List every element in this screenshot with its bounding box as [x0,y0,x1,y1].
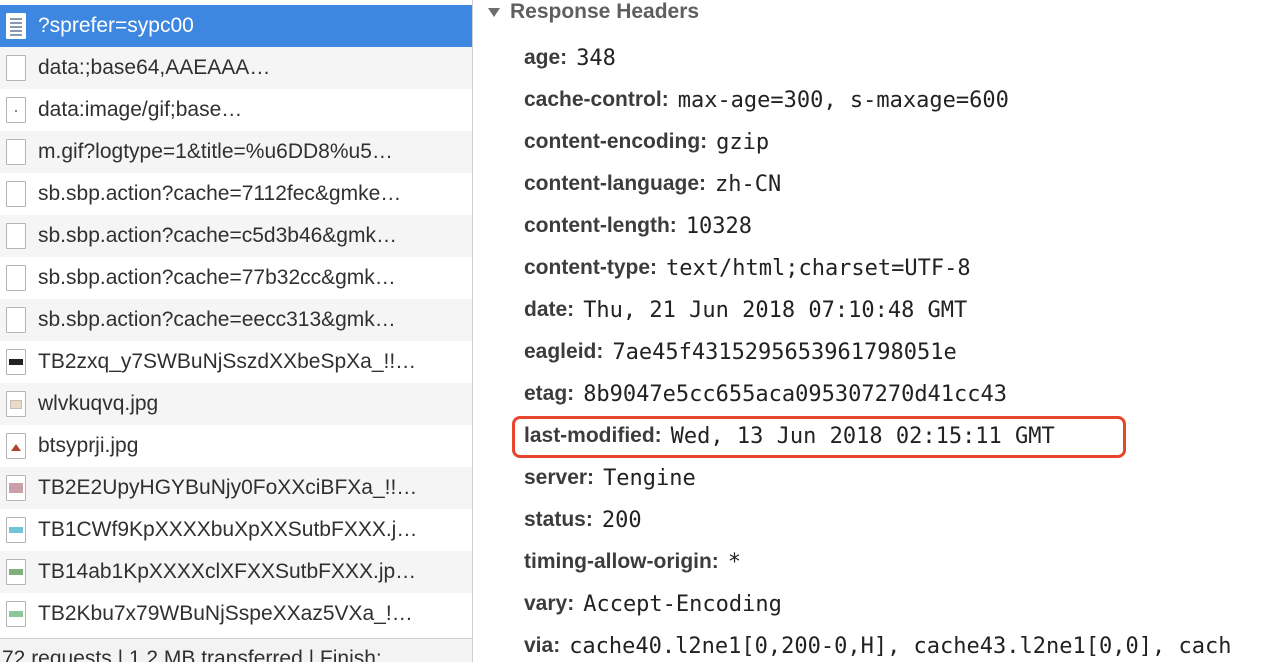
header-row: content-length: 10328 [524,205,752,247]
request-name: TB2zxq_y7SWBuNjSszdXXbeSpXa_!!… [38,350,417,373]
request-row[interactable]: TB14ab1KpXXXXclXFXXSutbFXXX.jp… [0,551,472,593]
gif-pixel-icon [6,97,26,123]
header-row: timing-allow-origin: * [524,541,741,583]
header-value: Accept-Encoding [583,591,782,617]
header-key: content-type: [524,256,657,279]
request-name: btsyprji.jpg [38,434,139,457]
image-thumbnail-icon [6,475,26,501]
request-row[interactable]: wlvkuqvq.jpg [0,383,472,425]
image-thumbnail-icon [6,433,26,459]
header-row: content-language: zh-CN [524,163,781,205]
request-name: data:image/gif;base… [38,98,243,121]
collapse-triangle-icon [488,7,500,17]
blank-file-icon [6,139,26,165]
header-row: vary: Accept-Encoding [524,583,782,625]
image-thumbnail-icon [6,601,26,627]
request-row[interactable]: TB2Kbu7x79WBuNjSspeXXaz5VXa_!… [0,593,472,635]
header-row: status: 200 [524,499,642,541]
header-row: cache-control: max-age=300, s-maxage=600 [524,79,1009,121]
request-name: sb.sbp.action?cache=c5d3b46&gmk… [38,224,397,247]
image-thumbnail-icon [6,391,26,417]
blank-file-icon [6,55,26,81]
request-name: m.gif?logtype=1&title=%u6DD8%u5… [38,140,393,163]
header-row: server: Tengine [524,457,696,499]
request-name: ?sprefer=sypc00 [38,14,194,37]
header-key: etag: [524,382,575,405]
request-name: data:;base64,AAEAAA… [38,56,271,79]
request-row[interactable]: sb.sbp.action?cache=7112fec&gmke… [0,173,472,215]
header-key: last-modified: [524,424,662,447]
header-value: 8b9047e5cc655aca095307270d41cc43 [583,381,1008,407]
image-thumbnail-icon [6,349,26,375]
header-row: via: cache40.l2ne1[0,200-0,H], cache43.l… [524,625,1286,667]
header-key: via: [524,634,561,657]
request-row[interactable]: m.gif?logtype=1&title=%u6DD8%u5… [0,131,472,173]
header-key: content-encoding: [524,130,708,153]
request-name: TB2Kbu7x79WBuNjSspeXXaz5VXa_!… [38,602,413,625]
request-name: sb.sbp.action?cache=77b32cc&gmk… [38,266,396,289]
header-row: age: 348 [524,37,616,79]
header-value: cache40.l2ne1[0,200-0,H], cache43.l2ne1[… [569,633,1232,659]
image-thumbnail-icon [6,559,26,585]
header-value: max-age=300, s-maxage=600 [677,87,1009,113]
request-row[interactable]: TB2E2UpyHGYBuNjy0FoXXciBFXa_!!… [0,467,472,509]
image-thumbnail-icon [6,517,26,543]
header-value: 7ae45f4315295653961798051e [612,339,957,365]
header-value: 348 [576,45,616,71]
header-key: timing-allow-origin: [524,550,719,573]
header-row: date: Thu, 21 Jun 2018 07:10:48 GMT [524,289,967,331]
header-key: cache-control: [524,88,669,111]
request-name: sb.sbp.action?cache=7112fec&gmke… [38,182,402,205]
header-value: * [727,549,742,575]
request-row[interactable]: TB2zxq_y7SWBuNjSszdXXbeSpXa_!!… [0,341,472,383]
request-name: TB14ab1KpXXXXclXFXXSutbFXXX.jp… [38,560,417,583]
header-value: Thu, 21 Jun 2018 07:10:48 GMT [583,297,968,323]
summary-bar: 72 requests | 1.2 MB transferred | Finis… [0,638,472,662]
request-name: TB2E2UpyHGYBuNjy0FoXXciBFXa_!!… [38,476,418,499]
header-row: eagleid: 7ae45f4315295653961798051e [524,331,957,373]
header-key: date: [524,298,575,321]
blank-file-icon [6,223,26,249]
header-value: 200 [601,507,642,533]
header-value: gzip [716,129,770,155]
header-value: text/html;charset=UTF-8 [666,255,971,281]
request-list: ?sprefer=sypc00 data:;base64,AAEAAA… dat… [0,0,473,662]
header-row: etag: 8b9047e5cc655aca095307270d41cc43 [524,373,1007,415]
response-headers-section-toggle[interactable]: Response Headers [488,0,699,24]
header-key: age: [524,46,568,69]
document-icon [6,13,26,39]
request-name: TB1CWf9KpXXXXbuXpXXSutbFXXX.j… [38,518,418,541]
header-row-highlighted: last-modified: Wed, 13 Jun 2018 02:15:11… [524,415,1055,457]
request-row[interactable]: TB1CWf9KpXXXXbuXpXXSutbFXXX.j… [0,509,472,551]
request-row[interactable]: sb.sbp.action?cache=77b32cc&gmk… [0,257,472,299]
request-row[interactable]: sb.sbp.action?cache=eecc313&gmk… [0,299,472,341]
request-row[interactable]: data:image/gif;base… [0,89,472,131]
request-name: sb.sbp.action?cache=eecc313&gmk… [38,308,396,331]
header-key: eagleid: [524,340,604,363]
request-name: wlvkuqvq.jpg [38,392,159,415]
request-row[interactable]: data:;base64,AAEAAA… [0,47,472,89]
header-key: content-language: [524,172,706,195]
header-key: status: [524,508,593,531]
header-key: content-length: [524,214,677,237]
header-row: content-type: text/html;charset=UTF-8 [524,247,971,289]
blank-file-icon [6,307,26,333]
header-value: Wed, 13 Jun 2018 02:15:11 GMT [670,423,1055,449]
request-row[interactable]: ?sprefer=sypc00 [0,5,472,47]
request-row[interactable]: sb.sbp.action?cache=c5d3b46&gmk… [0,215,472,257]
blank-file-icon [6,181,26,207]
blank-file-icon [6,265,26,291]
header-key: vary: [524,592,575,615]
header-key: server: [524,466,595,489]
header-value: Tengine [603,465,696,491]
header-row: content-encoding: gzip [524,121,769,163]
header-value: 10328 [685,213,753,239]
request-row[interactable]: btsyprji.jpg [0,425,472,467]
section-title: Response Headers [510,0,700,23]
header-value: zh-CN [715,171,782,197]
